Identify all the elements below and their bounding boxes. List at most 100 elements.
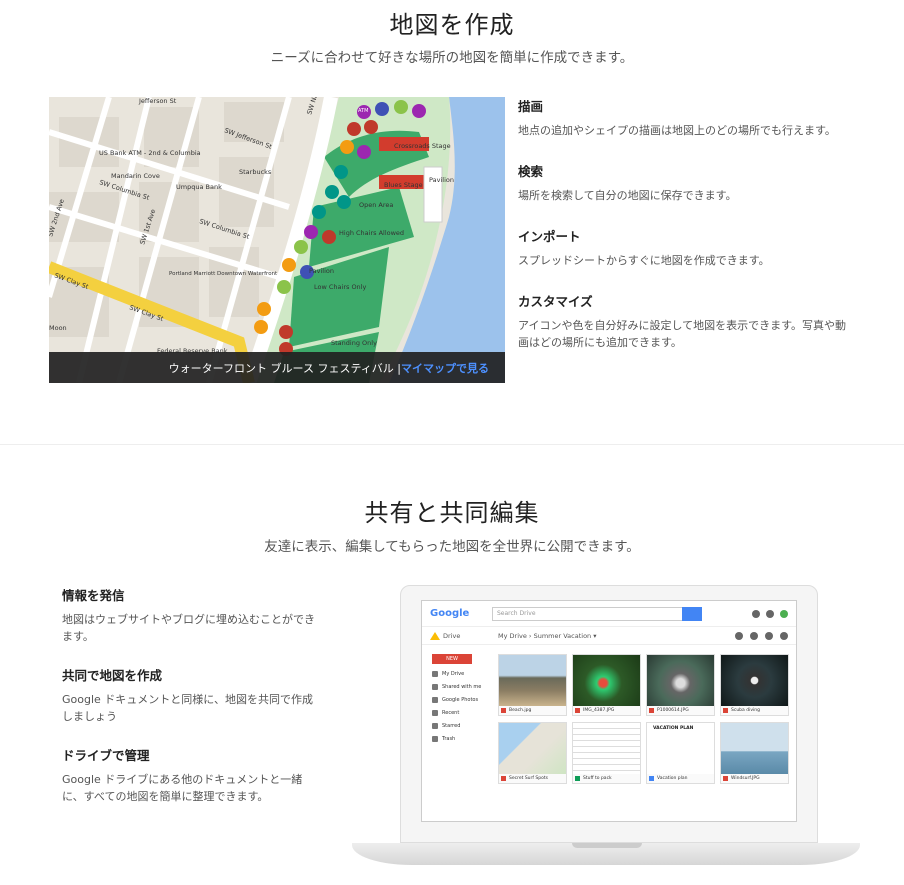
sidebar-item-my-drive: My Drive — [432, 670, 494, 677]
file-card: VACATION PLAN Vacation plan — [646, 722, 715, 784]
image-file-icon — [575, 708, 580, 713]
sidebar-item-label: Shared with me — [442, 683, 482, 690]
feature-customize: カスタマイズ アイコンや色を自分好みに設定して地図を表示できます。写真や動画はど… — [518, 291, 848, 351]
map-preview[interactable]: Jefferson St SW Jefferson St SW Naito SW… — [49, 97, 505, 383]
doc-thumbnail: VACATION PLAN — [647, 723, 714, 774]
feature-text: Google ドライブにある他のドキュメントと一緒に、すべての地図を簡単に整理で… — [62, 773, 303, 803]
file-card: IMG_4387.JPG — [572, 654, 641, 716]
map-place-label: US Bank ATM - 2nd & Columbia — [99, 149, 201, 157]
file-thumbnail — [573, 655, 640, 706]
feature-text: 場所を検索して自分の地図に保存できます。 — [518, 189, 737, 202]
sidebar-item-trash: Trash — [432, 735, 494, 742]
photos-icon — [432, 696, 438, 703]
file-card: Secret Surf Spots — [498, 722, 567, 784]
docs-file-icon — [649, 776, 654, 781]
search-icon — [682, 606, 702, 621]
map-place-label: Mandarin Cove — [111, 172, 160, 180]
sidebar-item-label: Starred — [442, 722, 461, 729]
video-thumbnail — [721, 655, 788, 706]
sidebar-item-starred: Starred — [432, 722, 494, 729]
drive-logo-icon — [430, 631, 440, 640]
file-name-text: Beach.jpg — [509, 708, 532, 713]
map-caption-bar: ウォーターフロント ブルース フェスティバル | マイマップで見る — [49, 352, 505, 383]
avatar — [780, 609, 788, 618]
map-thumbnail — [499, 723, 566, 774]
map-place-label: Umpqua Bank — [176, 183, 222, 191]
drive-brand: Drive — [430, 631, 498, 640]
feature-heading: 描画 — [518, 99, 544, 114]
feature-text: スプレッドシートからすぐに地図を作成できます。 — [518, 254, 770, 267]
file-name: Scuba diving — [721, 706, 788, 713]
file-name: Windsurf.JPG — [721, 774, 788, 781]
share-features-list: 情報を発信 地図はウェブサイトやブログに埋め込むことができます。 共同で地図を作… — [62, 585, 322, 825]
file-card: Windsurf.JPG — [720, 722, 789, 784]
map-caption-text: ウォーターフロント ブルース フェスティバル | — [168, 361, 401, 375]
trash-icon — [432, 735, 438, 742]
sidebar-item-recent: Recent — [432, 709, 494, 716]
map-file-icon — [501, 776, 506, 781]
map-venue-label: Pavilion — [309, 267, 334, 275]
file-name: P1000614.JPG — [647, 706, 714, 713]
info-icon — [765, 631, 773, 640]
file-name-text: IMG_4387.JPG — [583, 708, 615, 713]
drive-top-icons — [752, 609, 788, 618]
feature-heading: インポート — [518, 229, 581, 244]
view-in-my-maps-link[interactable]: マイマップで見る — [401, 360, 489, 376]
file-name: Beach.jpg — [499, 706, 566, 713]
sidebar-item-photos: Google Photos — [432, 696, 494, 703]
list-view-icon — [750, 631, 758, 640]
people-icon — [432, 683, 438, 690]
file-name-text: Stuff to pack — [583, 776, 612, 781]
map-venue-label: Pavilion — [429, 176, 454, 184]
file-name-text: Scuba diving — [731, 708, 760, 713]
map-venue-label: Open Area — [359, 201, 393, 209]
file-name-text: P1000614.JPG — [657, 708, 689, 713]
map-venue-label: Standing Only — [331, 339, 377, 347]
star-icon — [432, 722, 438, 729]
drive-sidebar: NEW My Drive Shared with me Google Photo… — [422, 646, 494, 821]
map-place-label: Starbucks — [239, 168, 272, 176]
section-title-create: 地図を作成 — [389, 11, 515, 39]
sidebar-item-label: My Drive — [442, 670, 465, 677]
file-name: Vacation plan — [647, 774, 714, 781]
file-card: P1000614.JPG — [646, 654, 715, 716]
feature-heading: 検索 — [518, 164, 544, 179]
file-name-text: Secret Surf Spots — [509, 776, 548, 781]
feature-heading: 共同で地図を作成 — [62, 668, 163, 683]
feature-collaborate: 共同で地図を作成 Google ドキュメントと同様に、地図を共同で作成しましょう — [62, 665, 322, 725]
feature-heading: ドライブで管理 — [62, 748, 150, 763]
file-thumbnail — [499, 655, 566, 706]
map-venue-label: Crossroads Stage — [394, 142, 451, 150]
breadcrumb: My Drive › Summer Vacation ▾ — [498, 631, 597, 640]
file-name: IMG_4387.JPG — [573, 706, 640, 713]
map-place-label: Moon — [49, 324, 67, 332]
feature-text: アイコンや色を自分好みに設定して地図を表示できます。写真や動画はどの場所にも追加… — [518, 319, 847, 349]
file-thumbnail — [721, 723, 788, 774]
video-file-icon — [723, 708, 728, 713]
sheets-file-icon — [575, 776, 580, 781]
feature-text: Google ドキュメントと同様に、地図を共同で作成しましょう — [62, 693, 313, 723]
sidebar-item-label: Recent — [442, 709, 460, 716]
map-canvas: Jefferson St SW Jefferson St SW Naito SW… — [49, 97, 505, 383]
section-divider — [0, 444, 904, 445]
feature-search: 検索 場所を検索して自分の地図に保存できます。 — [518, 161, 848, 204]
google-logo: Google — [430, 608, 470, 619]
map-venue-label: Low Chairs Only — [314, 283, 366, 291]
file-thumbnail — [647, 655, 714, 706]
file-card: Scuba diving — [720, 654, 789, 716]
drive-toolbar: Drive My Drive › Summer Vacation ▾ — [422, 627, 796, 645]
file-name: Stuff to pack — [573, 774, 640, 781]
feature-heading: 情報を発信 — [62, 588, 125, 603]
feature-text: 地図はウェブサイトやブログに埋め込むことができます。 — [62, 613, 315, 643]
gear-icon — [780, 631, 788, 640]
drive-screenshot: Google Search Drive Drive My Drive › Sum… — [421, 600, 797, 822]
create-features-list: 描画 地点の追加やシェイプの描画は地図上のどの場所でも行えます。 検索 場所を検… — [518, 96, 848, 373]
feature-text: 地点の追加やシェイプの描画は地図上のどの場所でも行えます。 — [518, 124, 836, 137]
clock-icon — [432, 709, 438, 716]
toolbar-icons — [735, 631, 788, 640]
sidebar-item-label: Google Photos — [442, 696, 479, 703]
drive-search-input: Search Drive — [492, 606, 702, 621]
section-title-share: 共有と共同編集 — [364, 499, 540, 527]
file-name-text: Windsurf.JPG — [731, 776, 760, 781]
file-card: Beach.jpg — [498, 654, 567, 716]
